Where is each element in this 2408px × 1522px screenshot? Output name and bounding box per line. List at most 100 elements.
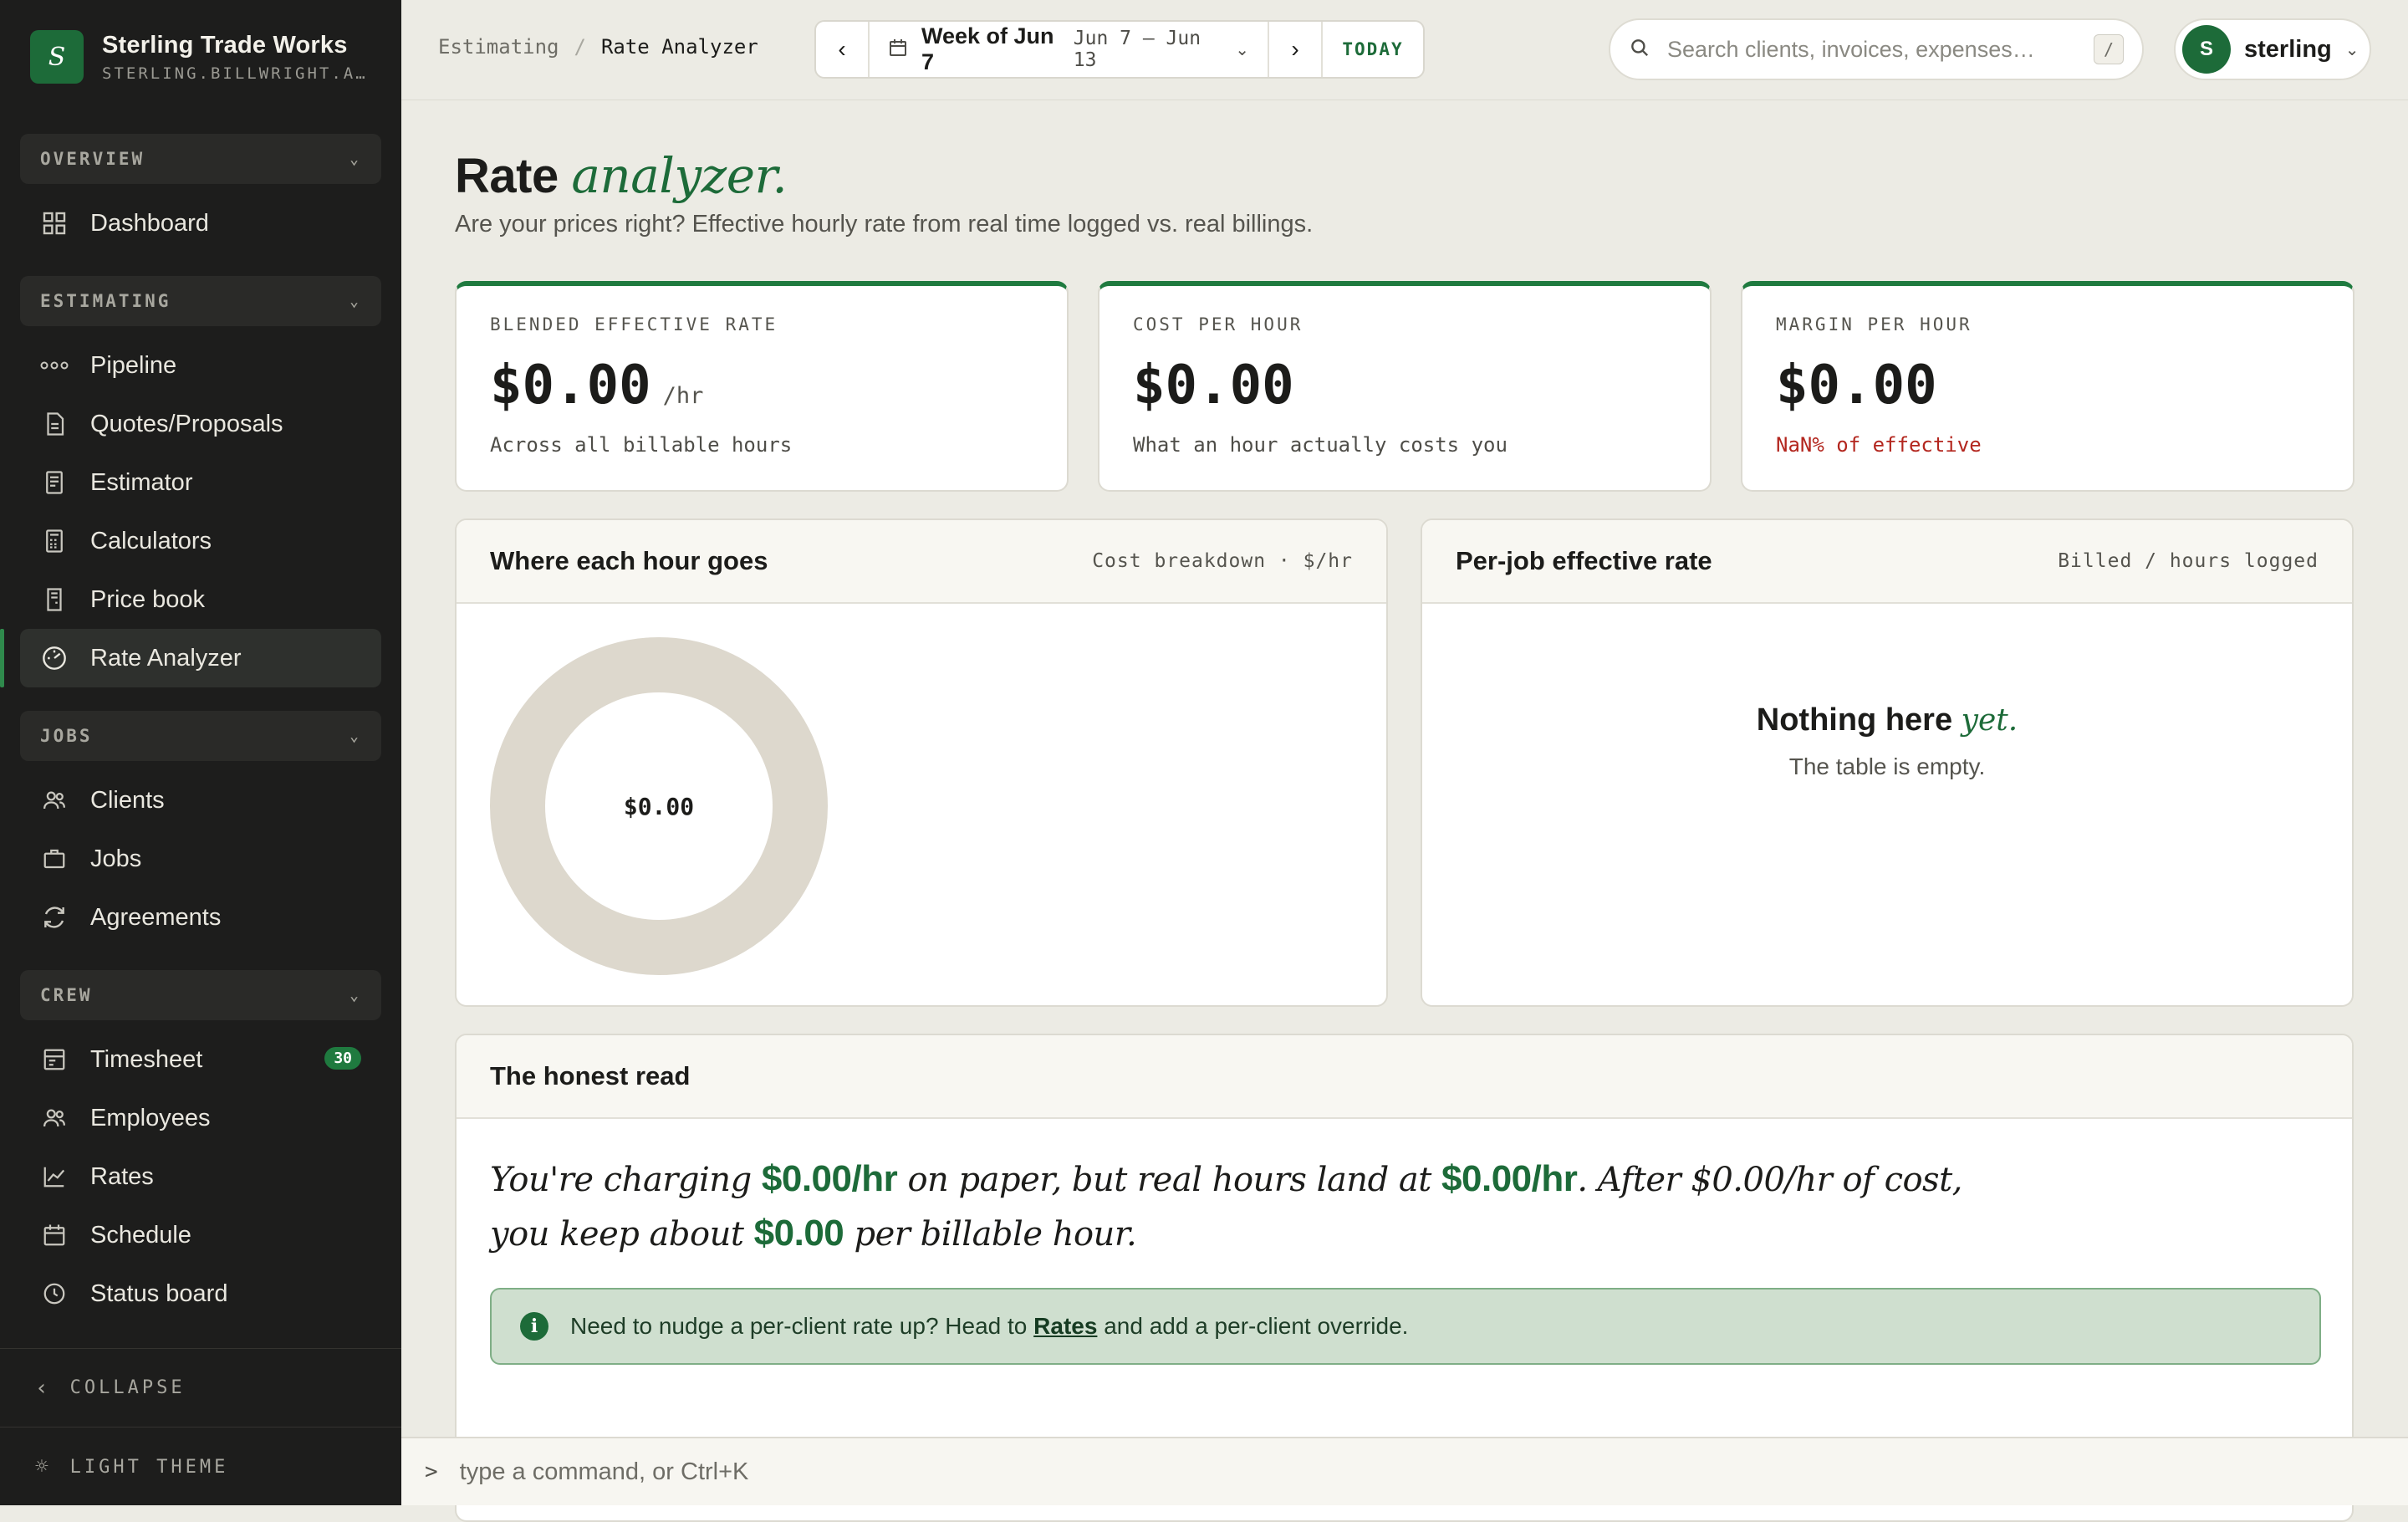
sidebar-item-estimator[interactable]: Estimator: [20, 453, 381, 512]
brand[interactable]: S Sterling Trade Works STERLING.BILLWRIG…: [30, 30, 368, 84]
brand-logo: S: [30, 30, 84, 84]
notice-text-post: and add a per-client override.: [1097, 1313, 1409, 1339]
search-input[interactable]: [1667, 36, 2077, 63]
sidebar-item-clients[interactable]: Clients: [20, 771, 381, 830]
users-icon: [40, 1104, 69, 1132]
section-label: JOBS: [40, 726, 93, 746]
sidebar-item-timesheet[interactable]: Timesheet 30: [20, 1030, 381, 1089]
week-dates: Jun 7 – Jun 13: [1073, 28, 1201, 71]
rates-link[interactable]: Rates: [1033, 1313, 1097, 1339]
collapse-button[interactable]: ‹ COLLAPSE: [0, 1349, 401, 1428]
sidebar-item-calculators[interactable]: Calculators: [20, 512, 381, 570]
gauge-icon: [40, 644, 69, 672]
receipt-icon: [40, 468, 69, 497]
topbar: Estimating / Rate Analyzer ‹ Week of Jun…: [401, 0, 2408, 100]
sidebar-item-rates[interactable]: Rates: [20, 1147, 381, 1206]
chevron-down-icon: ⌄: [2344, 40, 2360, 59]
section-overview[interactable]: OVERVIEW ⌄: [20, 134, 381, 184]
empty-title-text: Nothing here: [1756, 702, 1953, 738]
info-icon: i: [520, 1312, 548, 1341]
sidebar-item-label: Rates: [90, 1162, 154, 1190]
breadcrumb-separator: /: [574, 35, 586, 59]
empty-title-accent: yet.: [1961, 703, 2018, 738]
breadcrumb-current: Rate Analyzer: [600, 35, 758, 59]
stat-value-text: $0.00: [1776, 355, 1937, 416]
sidebar-item-label: Employees: [90, 1104, 211, 1131]
sidebar-item-label: Clients: [90, 786, 165, 814]
user-menu[interactable]: S sterling ⌄: [2174, 18, 2371, 80]
sidebar-item-agreements[interactable]: Agreements: [20, 888, 381, 947]
sidebar-item-label: Schedule: [90, 1221, 191, 1249]
calendar-icon: [888, 38, 908, 62]
theme-label: LIGHT THEME: [69, 1456, 229, 1478]
panel-title: Per-job effective rate: [1456, 546, 1712, 575]
week-range-dropdown[interactable]: Week of Jun 7 Jun 7 – Jun 13 ⌄: [870, 23, 1268, 75]
sidebar-item-label: Status board: [90, 1279, 228, 1307]
sidebar-footer: ‹ COLLAPSE ☼ LIGHT THEME: [0, 1348, 401, 1505]
charged-rate: $0.00/hr: [761, 1158, 898, 1199]
theme-toggle[interactable]: ☼ LIGHT THEME: [0, 1428, 401, 1505]
section-crew[interactable]: CREW ⌄: [20, 970, 381, 1020]
sidebar-item-status-board[interactable]: Status board: [20, 1264, 381, 1323]
sidebar-item-schedule[interactable]: Schedule: [20, 1206, 381, 1264]
stat-value: $0.00/hr: [490, 355, 1033, 416]
stat-card-blended-rate: BLENDED EFFECTIVE RATE $0.00/hr Across a…: [455, 281, 1069, 492]
stat-note: Across all billable hours: [490, 433, 793, 457]
sun-icon: ☼: [35, 1454, 52, 1479]
chevron-down-icon: ⌄: [349, 150, 361, 168]
sidebar-item-employees[interactable]: Employees: [20, 1089, 381, 1147]
stat-label: BLENDED EFFECTIVE RATE: [490, 314, 778, 335]
refresh-icon: [40, 903, 69, 932]
week-selector: ‹ Week of Jun 7 Jun 7 – Jun 13 ⌄ › TODAY: [814, 20, 1425, 79]
read-text: You're charging: [490, 1161, 762, 1199]
real-rate: $0.00/hr: [1441, 1158, 1578, 1199]
line-chart-icon: [40, 1162, 69, 1191]
timesheet-icon: [40, 1045, 69, 1074]
breadcrumb-parent[interactable]: Estimating: [438, 35, 559, 59]
sidebar-item-dashboard[interactable]: Dashboard: [20, 194, 381, 253]
kept-amount: $0.00: [753, 1213, 844, 1254]
stat-note: What an hour actually costs you: [1133, 433, 1508, 457]
chevron-left-icon: ‹: [838, 36, 846, 62]
chevron-down-icon: ⌄: [349, 986, 361, 1004]
chevron-down-icon: ⌄: [1235, 40, 1249, 59]
pipeline-icon: [40, 351, 69, 380]
next-week-button[interactable]: ›: [1269, 22, 1321, 77]
empty-state-subtitle: The table is empty.: [1788, 753, 1986, 779]
stat-label: MARGIN PER HOUR: [1776, 314, 1972, 335]
section-jobs[interactable]: JOBS ⌄: [20, 711, 381, 761]
prev-week-button[interactable]: ‹: [816, 22, 868, 77]
stat-card-cost-per-hour: COST PER HOUR $0.00 What an hour actuall…: [1098, 281, 1712, 492]
stat-unit: /hr: [662, 383, 704, 409]
page-title-accent: analyzer.: [571, 147, 788, 204]
sidebar-item-label: Jobs: [90, 845, 142, 872]
collapse-label: COLLAPSE: [69, 1377, 186, 1398]
cost-breakdown-panel: Where each hour goes Cost breakdown · $/…: [455, 518, 1388, 1007]
sidebar-item-label: Price book: [90, 585, 206, 613]
sidebar-item-pipeline[interactable]: Pipeline: [20, 336, 381, 395]
sidebar-item-price-book[interactable]: Price book: [20, 570, 381, 629]
info-notice: i Need to nudge a per-client rate up? He…: [490, 1288, 2321, 1365]
brand-domain: STERLING.BILLWRIGHT.A…: [102, 64, 368, 83]
grid-icon: [40, 209, 69, 237]
sidebar: S Sterling Trade Works STERLING.BILLWRIG…: [0, 0, 401, 1505]
chevron-left-icon: ‹: [35, 1375, 52, 1401]
section-estimating[interactable]: ESTIMATING ⌄: [20, 276, 381, 326]
empty-state: Nothing here yet. The table is empty.: [1422, 702, 2352, 780]
stat-label: COST PER HOUR: [1133, 314, 1303, 335]
page-subtitle: Are your prices right? Effective hourly …: [455, 211, 1314, 237]
calendar-icon: [40, 1221, 69, 1249]
avatar: S: [2182, 25, 2231, 74]
briefcase-icon: [40, 845, 69, 873]
read-text: you keep about: [490, 1215, 754, 1254]
stat-note: NaN% of effective: [1776, 433, 1982, 457]
sidebar-item-rate-analyzer[interactable]: Rate Analyzer: [0, 629, 381, 687]
command-input[interactable]: [459, 1458, 1463, 1486]
sidebar-item-quotes[interactable]: Quotes/Proposals: [20, 395, 381, 453]
today-button[interactable]: TODAY: [1323, 22, 1423, 77]
section-label: OVERVIEW: [40, 149, 145, 169]
panel-title: The honest read: [490, 1061, 691, 1090]
sidebar-item-jobs[interactable]: Jobs: [20, 830, 381, 888]
chevron-down-icon: ⌄: [349, 727, 361, 745]
stat-value-text: $0.00: [1133, 355, 1294, 416]
